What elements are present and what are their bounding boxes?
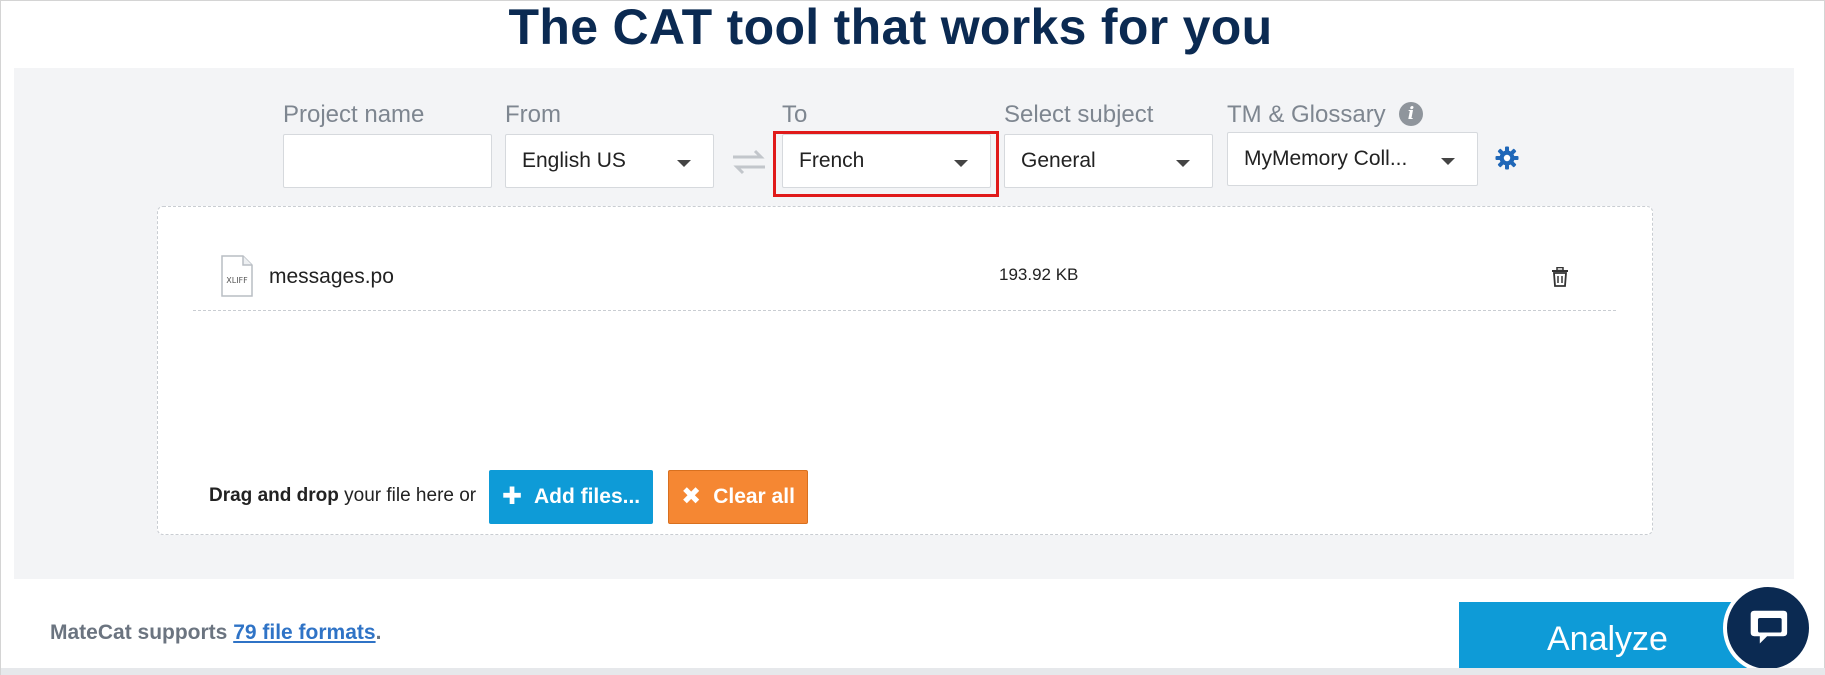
file-formats-link[interactable]: 79 file formats — [233, 621, 375, 644]
clear-all-label: Clear all — [713, 485, 795, 508]
supports-suffix: . — [375, 621, 382, 644]
chevron-down-icon — [1176, 160, 1190, 167]
subject-select[interactable]: General — [1004, 134, 1213, 188]
subject-value: General — [1021, 149, 1096, 172]
file-type-label: XLIFF — [226, 276, 248, 285]
add-files-button[interactable]: ✚ Add files... — [489, 470, 653, 524]
supports-prefix: MateCat supports — [50, 621, 234, 644]
gear-icon[interactable] — [1495, 146, 1519, 170]
from-language-select[interactable]: English US — [505, 134, 714, 188]
from-label: From — [505, 101, 561, 128]
project-name-label: Project name — [283, 101, 425, 128]
x-icon: ✖ — [681, 483, 702, 510]
add-files-label: Add files... — [533, 485, 641, 508]
drag-drop-bold: Drag and drop — [209, 485, 339, 506]
drag-drop-rest: your file here or — [338, 485, 477, 506]
chat-icon — [1750, 610, 1788, 644]
file-row: XLIFF messages.po 193.92 KB — [193, 253, 1616, 311]
chevron-down-icon — [1441, 158, 1455, 165]
xliff-file-icon: XLIFF — [221, 255, 253, 297]
project-name-input[interactable] — [283, 134, 492, 188]
tm-glossary-label: TM & Glossary — [1227, 101, 1386, 128]
from-language-value: English US — [522, 149, 626, 172]
trash-icon[interactable] — [1551, 267, 1569, 287]
subject-label: Select subject — [1004, 101, 1154, 128]
chat-widget-button[interactable] — [1723, 583, 1813, 673]
file-size: 193.92 KB — [999, 265, 1079, 284]
bottom-strip — [1, 668, 1825, 675]
drag-drop-hint: Drag and drop your file here or — [209, 485, 476, 507]
info-icon[interactable]: i — [1399, 102, 1423, 126]
tm-glossary-value: MyMemory Coll... — [1244, 147, 1408, 170]
tm-glossary-select[interactable]: MyMemory Coll... — [1227, 132, 1478, 186]
chevron-down-icon — [677, 160, 691, 167]
page-headline: The CAT tool that works for you — [508, 0, 1273, 55]
to-language-highlight — [773, 131, 999, 197]
swap-arrows-icon[interactable] — [731, 147, 767, 177]
file-name: messages.po — [269, 265, 394, 288]
to-label: To — [782, 101, 808, 128]
plus-icon: ✚ — [501, 483, 522, 510]
clear-all-button[interactable]: ✖ Clear all — [668, 470, 808, 524]
supported-formats-text: MateCat supports 79 file formats. — [50, 621, 381, 645]
